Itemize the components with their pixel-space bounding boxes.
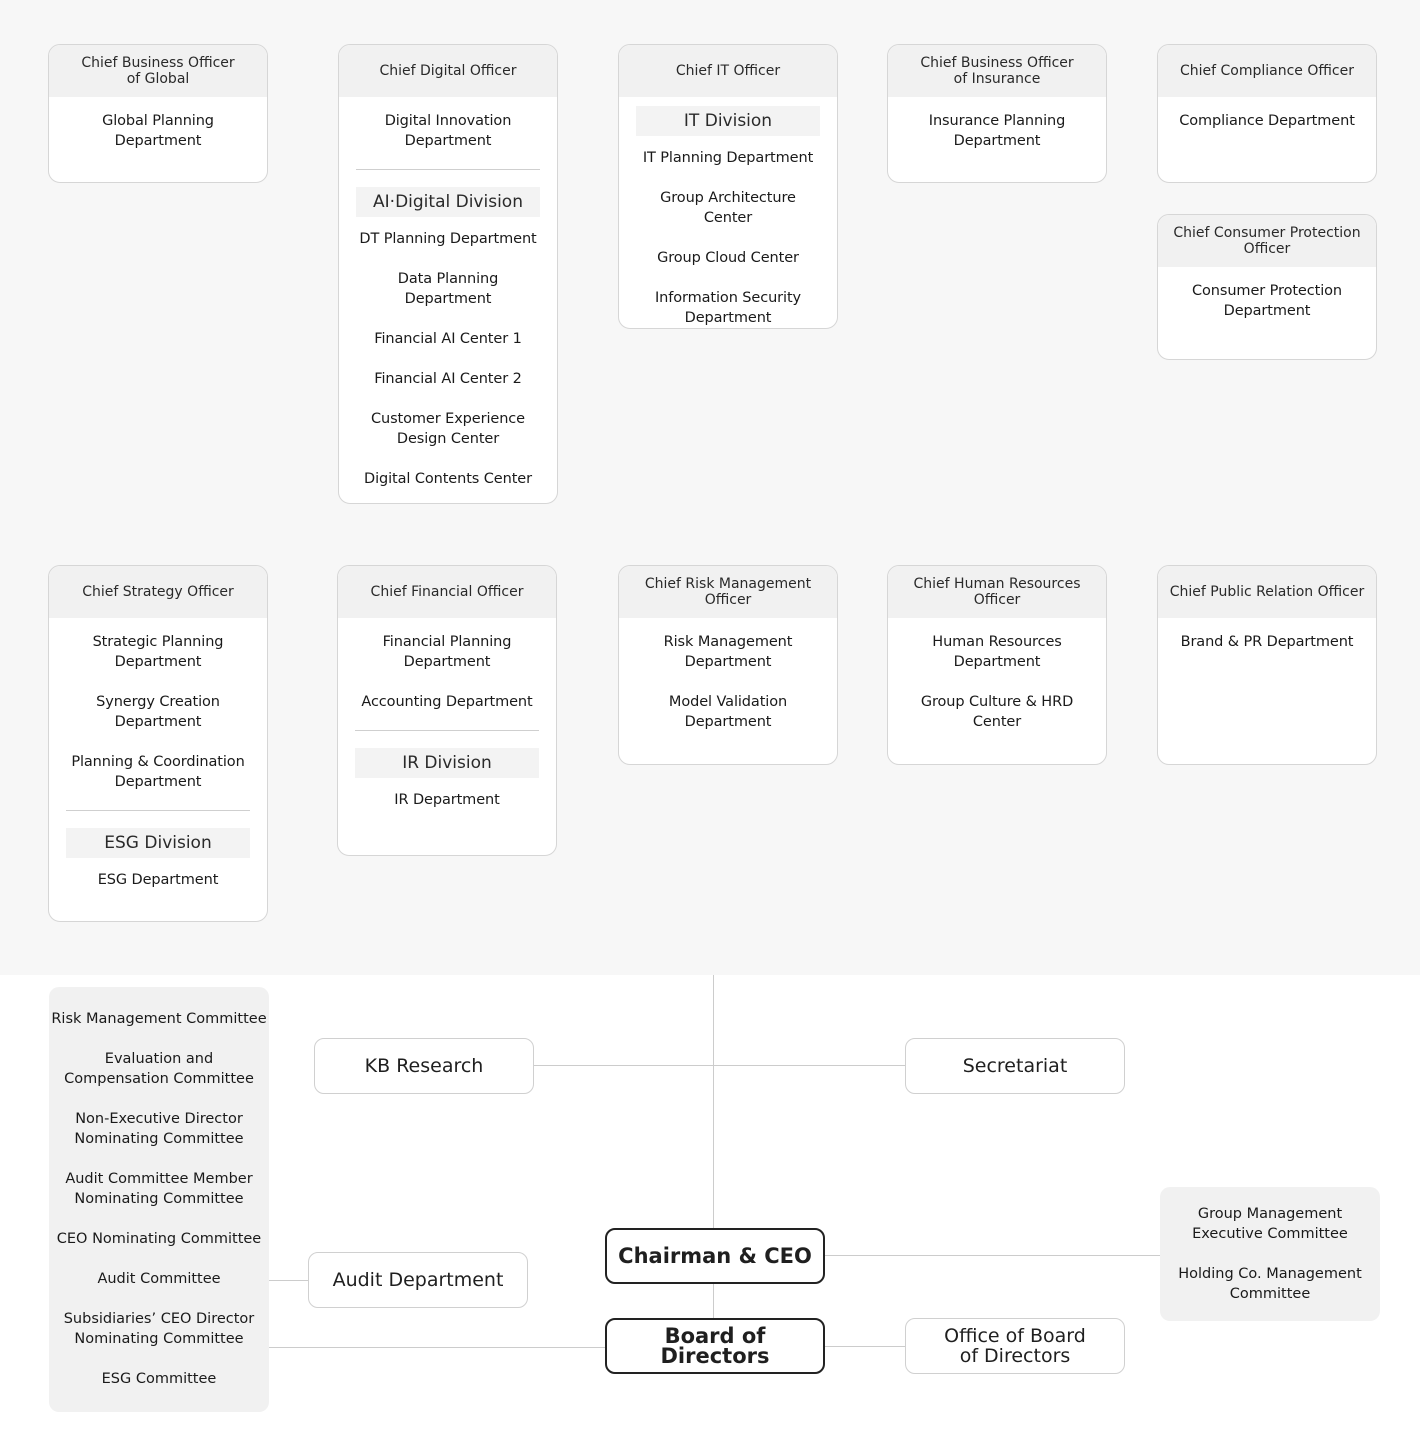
- chairman-ceo-box: Chairman & CEO: [605, 1228, 825, 1284]
- officer-card-ccpo: Chief Consumer Protection Officer Consume…: [1157, 214, 1377, 360]
- department-item: Group Culture & HRD Center: [920, 694, 1074, 730]
- officer-card-cito: Chief IT Officer IT Division IT Planning D…: [618, 44, 838, 329]
- officer-departments: Global Planning Department: [49, 97, 267, 182]
- officer-departments: Consumer Protection Department: [1158, 267, 1376, 353]
- board-committees-panel: Risk Management Committee Evaluation and …: [49, 987, 269, 1412]
- officer-card-cbo-insurance: Chief Business Officer of Insurance Insur…: [887, 44, 1107, 183]
- officer-departments: Human Resources Department Group Culture …: [888, 618, 1106, 764]
- section-divider: [355, 730, 539, 731]
- committee-item: Risk Management Committee: [51, 1011, 267, 1027]
- office-of-board-box: Office of Board of Directors: [905, 1318, 1125, 1374]
- officer-card-crmo: Chief Risk Management Officer Risk Manage…: [618, 565, 838, 765]
- officer-departments: Financial Planning Department Accounting …: [338, 618, 556, 842]
- secretariat-box: Secretariat: [905, 1038, 1125, 1094]
- department-item: IT Planning Department: [642, 150, 814, 166]
- committee-item: Group Management Executive Committee: [1192, 1206, 1348, 1242]
- officer-title: Chief Business Officer of Insurance: [888, 45, 1106, 97]
- officer-departments: Risk Management Department Model Validati…: [619, 618, 837, 764]
- officer-departments: Brand & PR Department: [1158, 618, 1376, 684]
- department-item: Group Architecture Center: [660, 190, 796, 226]
- department-item: IR Department: [394, 792, 500, 808]
- committee-item: CEO Nominating Committee: [56, 1231, 262, 1247]
- division-label: ESG Division: [66, 828, 250, 858]
- officer-departments: Insurance Planning Department: [888, 97, 1106, 182]
- officer-card-cbo-global: Chief Business Officer of Global Global P…: [48, 44, 268, 183]
- connector-kb-research-secretariat: [533, 1065, 906, 1066]
- department-item: Accounting Department: [361, 694, 533, 710]
- officer-card-cfo: Chief Financial Officer Financial Plannin…: [337, 565, 557, 856]
- department-item: Digital Contents Center: [364, 471, 532, 487]
- connector-committees-board: [269, 1347, 606, 1348]
- officer-title: Chief Business Officer of Global: [49, 45, 267, 97]
- committee-item: ESG Committee: [101, 1371, 217, 1387]
- department-item: Information Security Department: [654, 290, 802, 326]
- officer-card-cpro: Chief Public Relation Officer Brand & PR …: [1157, 565, 1377, 765]
- committee-item: Holding Co. Management Committee: [1178, 1266, 1362, 1302]
- officer-title: Chief Risk Management Officer: [619, 566, 837, 618]
- connector-ceo-board: [713, 1284, 714, 1319]
- officer-card-chro: Chief Human Resources Officer Human Resou…: [887, 565, 1107, 765]
- department-item: Strategic Planning Department: [92, 634, 224, 670]
- section-divider: [356, 169, 540, 170]
- department-item: Insurance Planning Department: [928, 113, 1066, 149]
- officer-title: Chief Public Relation Officer: [1158, 566, 1376, 618]
- division-label: IR Division: [355, 748, 539, 778]
- connector-board-office: [824, 1346, 906, 1347]
- department-item: Planning & Coordination Department: [71, 754, 245, 790]
- department-item: Model Validation Department: [668, 694, 788, 730]
- officer-departments: Strategic Planning Department Synergy Cre…: [49, 618, 267, 921]
- officer-departments: Digital Innovation Department AI·Digital …: [339, 97, 557, 503]
- committee-item: Audit Committee Member Nominating Commit…: [65, 1171, 253, 1207]
- division-label: IT Division: [636, 106, 820, 136]
- management-committees-panel: Group Management Executive Committee Hold…: [1160, 1187, 1380, 1321]
- committee-item: Evaluation and Compensation Committee: [64, 1051, 254, 1087]
- officer-card-cdo: Chief Digital Officer Digital Innovation …: [338, 44, 558, 504]
- department-item: Human Resources Department: [932, 634, 1062, 670]
- division-label: AI·Digital Division: [356, 187, 540, 217]
- audit-department-box: Audit Department: [308, 1252, 528, 1308]
- connector-ceo-management: [824, 1255, 1161, 1256]
- committee-item: Non-Executive Director Nominating Commit…: [74, 1111, 244, 1147]
- department-item: ESG Department: [97, 872, 219, 888]
- officer-title: Chief Compliance Officer: [1158, 45, 1376, 97]
- department-item: Synergy Creation Department: [96, 694, 220, 730]
- officer-title: Chief Human Resources Officer: [888, 566, 1106, 618]
- committee-item: Audit Committee: [97, 1271, 221, 1287]
- kb-research-box: KB Research: [314, 1038, 534, 1094]
- officer-title: Chief IT Officer: [619, 45, 837, 97]
- department-item: Digital Innovation Department: [384, 113, 512, 149]
- department-item: Risk Management Department: [663, 634, 793, 670]
- section-divider: [66, 810, 250, 811]
- officer-departments: IT Division IT Planning Department Group A…: [619, 97, 837, 328]
- department-item: Compliance Department: [1179, 113, 1355, 129]
- board-of-directors-box: Board of Directors: [605, 1318, 825, 1374]
- department-item: Global Planning Department: [102, 113, 214, 149]
- officer-card-cco: Chief Compliance Officer Compliance Depar…: [1157, 44, 1377, 183]
- officer-title: Chief Financial Officer: [338, 566, 556, 618]
- department-item: Financial AI Center 1: [374, 331, 522, 347]
- department-item: Consumer Protection Department: [1191, 283, 1342, 319]
- department-item: Financial AI Center 2: [374, 371, 522, 387]
- committee-item: Subsidiaries’ CEO Director Nominating Co…: [63, 1311, 255, 1347]
- department-item: Group Cloud Center: [657, 250, 799, 266]
- officer-departments: Compliance Department: [1158, 97, 1376, 163]
- connector-vertical-main: [713, 975, 714, 1228]
- department-item: Financial Planning Department: [382, 634, 512, 670]
- department-item: DT Planning Department: [359, 231, 537, 247]
- officer-card-cso: Chief Strategy Officer Strategic Planning…: [48, 565, 268, 922]
- department-item: Customer Experience Design Center: [370, 411, 525, 447]
- officer-title: Chief Consumer Protection Officer: [1158, 215, 1376, 267]
- officer-title: Chief Digital Officer: [339, 45, 557, 97]
- department-item: Brand & PR Department: [1180, 634, 1354, 650]
- officer-title: Chief Strategy Officer: [49, 566, 267, 618]
- department-item: Data Planning Department: [397, 271, 499, 307]
